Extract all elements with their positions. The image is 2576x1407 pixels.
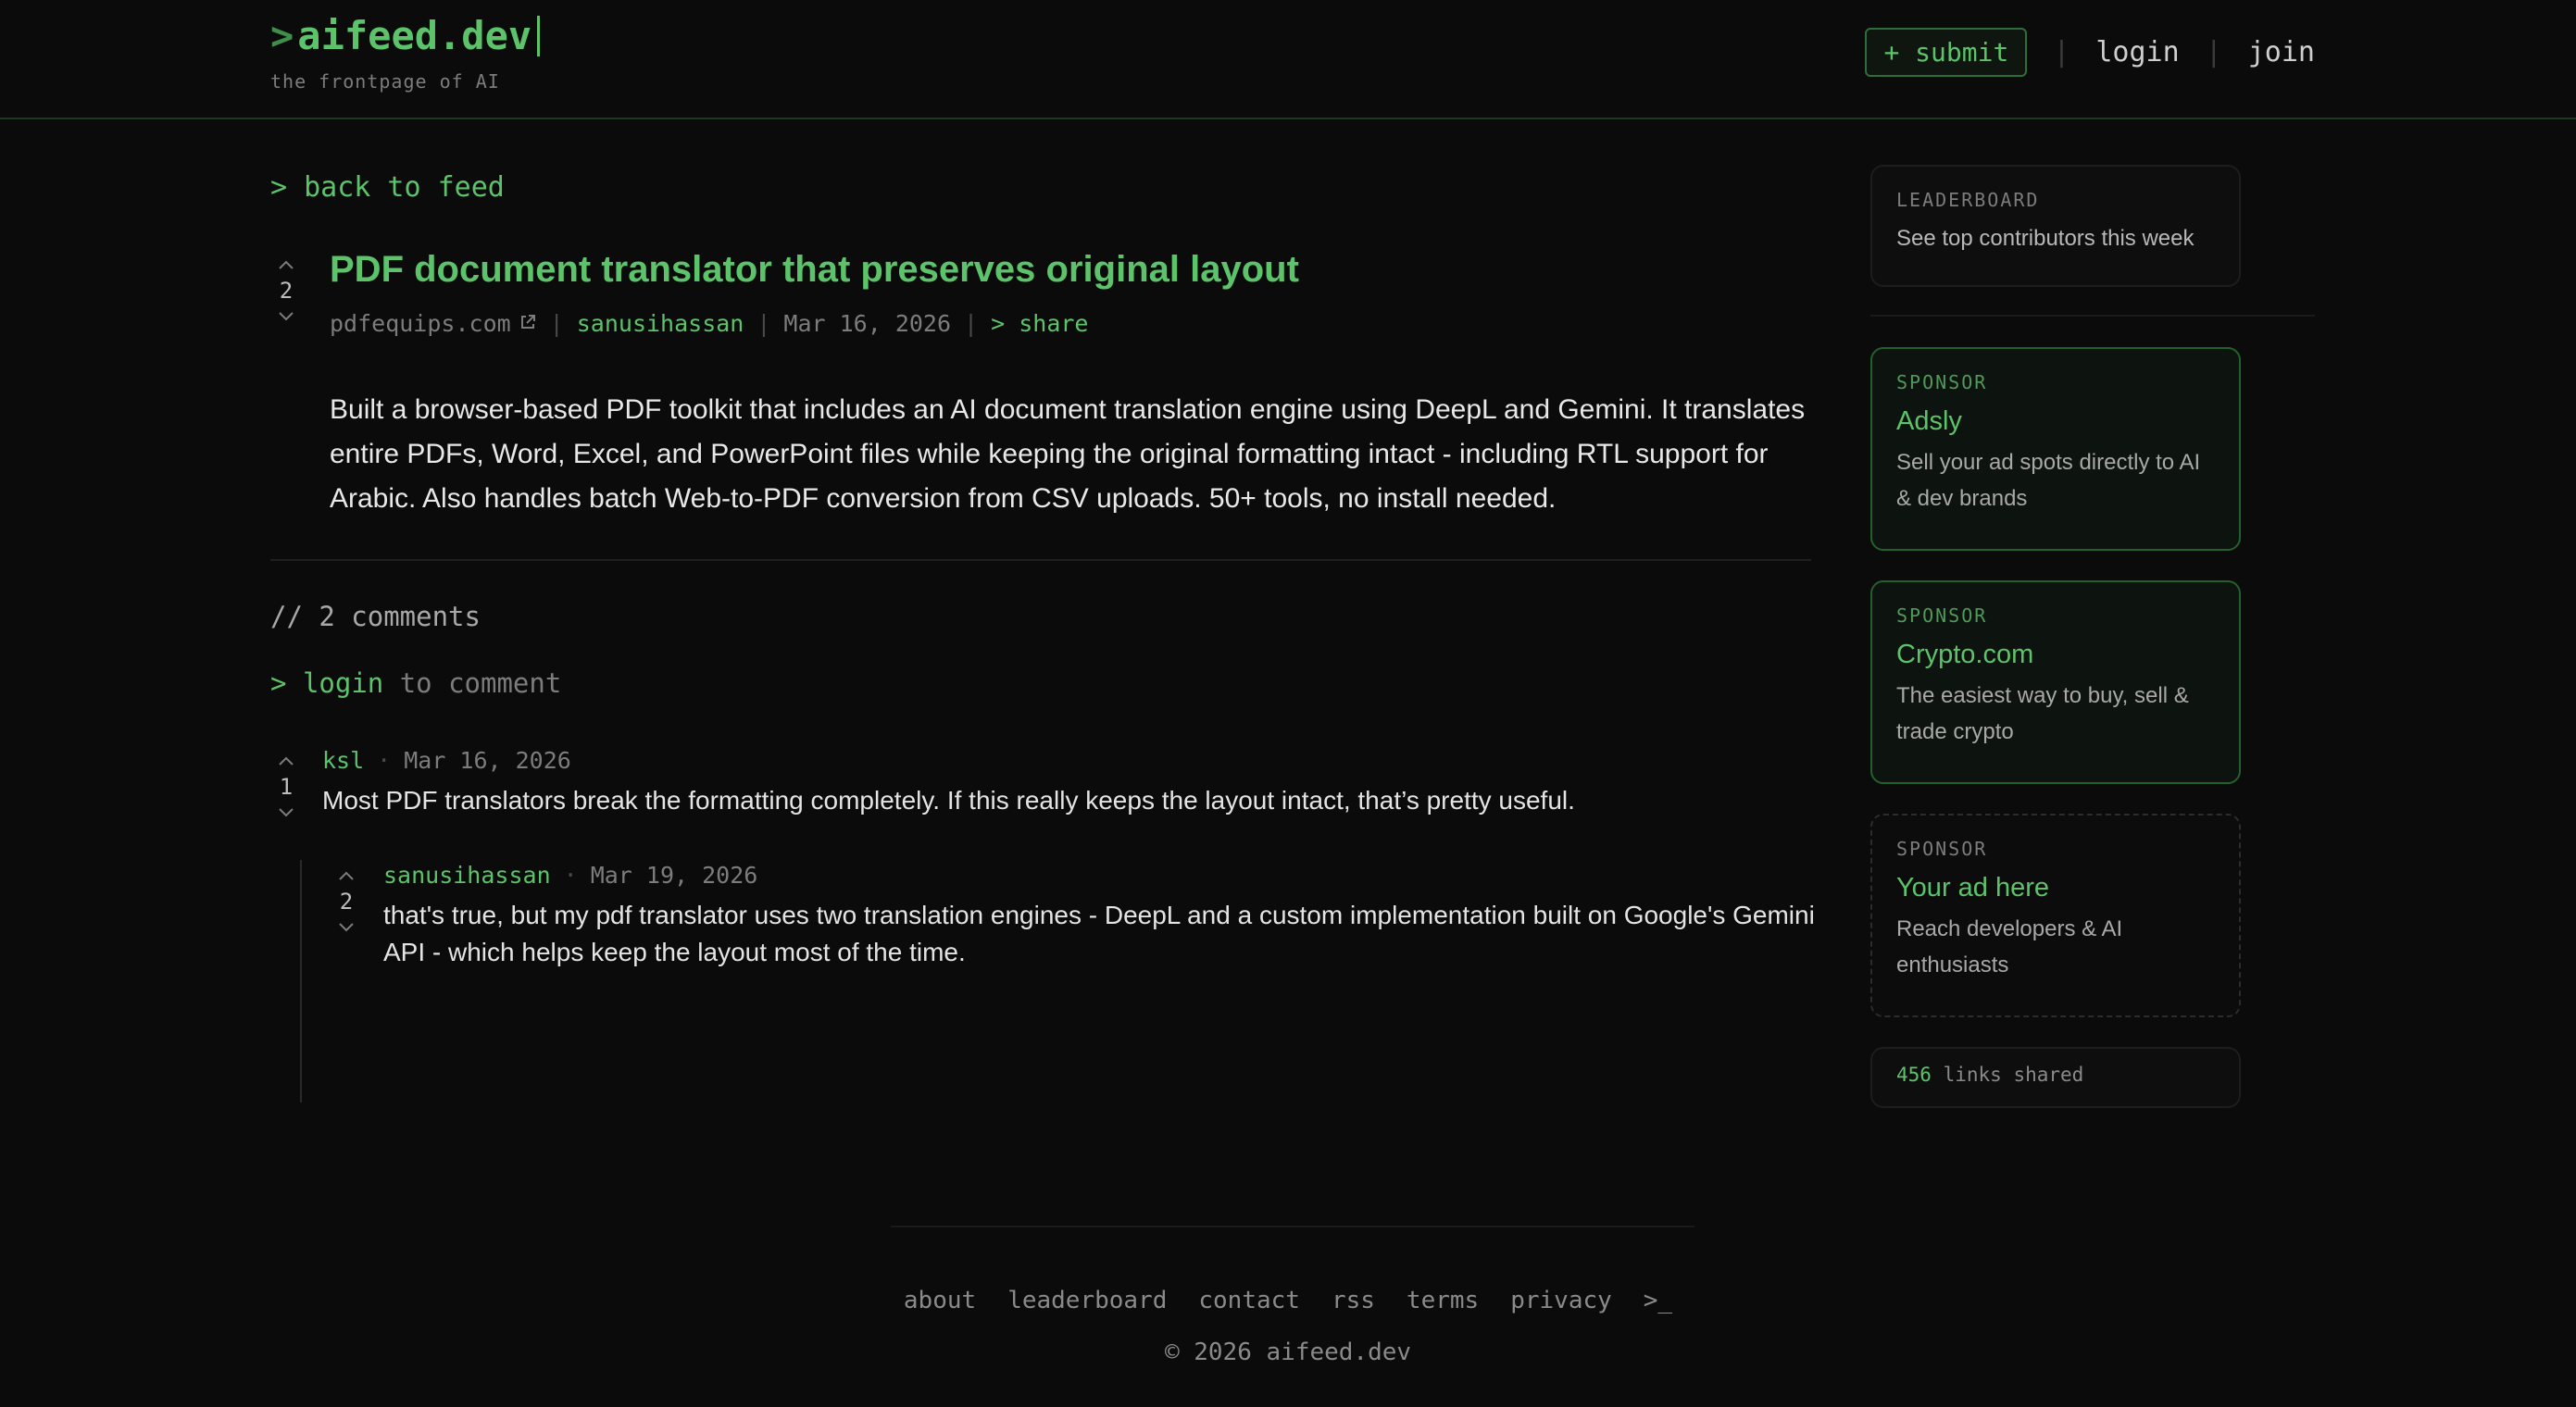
leaderboard-desc: See top contributors this week <box>1896 226 2195 251</box>
nav-separator: | <box>2205 36 2222 68</box>
links-shared-stat: 456 links shared <box>1870 1047 2241 1108</box>
footer-links: about leaderboard contact rss terms priv… <box>0 1287 2576 1314</box>
sponsor-card-your-ad[interactable]: SPONSOR Your ad here Reach developers & … <box>1870 814 2241 1017</box>
sidebar-divider <box>1870 315 2315 317</box>
reply-vote-column: 2 <box>331 865 362 938</box>
login-prompt: > <box>270 667 287 699</box>
copyright: © 2026 aifeed.dev <box>1164 1339 1412 1366</box>
comment-author[interactable]: ksl <box>322 747 364 774</box>
top-nav: + submit | login | join <box>1865 28 2315 77</box>
sponsor-label: SPONSOR <box>1896 371 1988 393</box>
login-suffix: to comment <box>399 667 562 699</box>
meta-separator: | <box>757 310 771 337</box>
sponsor-desc: Reach developers & AI enthusiasts <box>1896 916 2123 977</box>
post-date: Mar 16, 2026 <box>783 310 952 337</box>
meta-separator: | <box>964 310 979 337</box>
sponsor-card-crypto[interactable]: SPONSOR Crypto.com The easiest way to bu… <box>1870 580 2241 784</box>
comment-date: Mar 16, 2026 <box>404 747 571 774</box>
login-link[interactable]: login <box>2095 36 2179 68</box>
logo-cursor <box>537 15 541 56</box>
post-vote-column: 2 <box>270 255 302 327</box>
reply-vote-count: 2 <box>339 889 354 915</box>
submit-button[interactable]: + submit <box>1865 28 2028 77</box>
comment-vote-count: 1 <box>279 774 294 800</box>
nav-separator: | <box>2053 36 2070 68</box>
site-logo[interactable]: > aifeed.dev <box>270 13 541 58</box>
links-shared-label: links shared <box>1943 1064 2084 1086</box>
comment-vote-column: 1 <box>270 751 302 823</box>
post-meta: pdfequips.com | sanusihassan | Mar 16, 2… <box>330 310 1088 337</box>
post-title[interactable]: PDF document translator that preserves o… <box>330 249 1299 291</box>
downvote-icon[interactable] <box>338 917 355 938</box>
downvote-icon[interactable] <box>278 803 294 823</box>
share-link[interactable]: > share <box>991 310 1088 337</box>
upvote-icon[interactable] <box>338 865 355 886</box>
join-link[interactable]: join <box>2248 36 2315 68</box>
links-shared-count: 456 <box>1896 1064 1932 1086</box>
post-vote-count: 2 <box>279 278 294 304</box>
footer-link-contact[interactable]: contact <box>1198 1287 1300 1314</box>
sponsor-card-adsly[interactable]: SPONSOR Adsly Sell your ad spots directl… <box>1870 347 2241 551</box>
dot-separator: · <box>377 747 392 774</box>
reply-meta: sanusihassan · Mar 19, 2026 <box>383 862 757 889</box>
logo-text: aifeed.dev <box>297 13 532 58</box>
footer-link-privacy[interactable]: privacy <box>1510 1287 1612 1314</box>
section-divider <box>270 559 1811 561</box>
footer-link-leaderboard[interactable]: leaderboard <box>1007 1287 1167 1314</box>
reply-thread-line <box>300 860 302 1102</box>
meta-separator: | <box>549 310 564 337</box>
sponsor-name: Your ad here <box>1896 873 2050 903</box>
leaderboard-card[interactable]: LEADERBOARD See top contributors this we… <box>1870 165 2241 287</box>
dot-separator: · <box>563 862 578 889</box>
footer-link-terms[interactable]: terms <box>1407 1287 1479 1314</box>
back-to-feed-link[interactable]: > back to feed <box>270 171 505 204</box>
comments-heading: // 2 comments <box>270 601 481 632</box>
reply-text: that's true, but my pdf translator uses … <box>383 901 1815 966</box>
footer-link-rss[interactable]: rss <box>1332 1287 1375 1314</box>
sponsor-name: Adsly <box>1896 406 1962 436</box>
reply-author[interactable]: sanusihassan <box>383 862 551 889</box>
login-to-comment: > login to comment <box>270 667 561 699</box>
post-domain[interactable]: pdfequips.com <box>330 310 511 337</box>
site-header: > aifeed.dev the frontpage of AI + submi… <box>0 0 2576 119</box>
upvote-icon[interactable] <box>278 751 294 771</box>
comment-text: Most PDF translators break the formattin… <box>322 786 1575 815</box>
post-author[interactable]: sanusihassan <box>577 310 744 337</box>
sponsor-desc: The easiest way to buy, sell & trade cry… <box>1896 683 2189 744</box>
site-tagline: the frontpage of AI <box>270 70 500 93</box>
comment-meta: ksl · Mar 16, 2026 <box>322 747 571 774</box>
sponsor-desc: Sell your ad spots directly to AI & dev … <box>1896 450 2201 511</box>
external-link-icon[interactable] <box>519 310 537 337</box>
upvote-icon[interactable] <box>278 255 294 275</box>
footer-link-terminal[interactable]: >_ <box>1644 1287 1672 1314</box>
sponsor-label: SPONSOR <box>1896 838 1988 860</box>
logo-prompt: > <box>270 13 294 58</box>
footer-divider <box>891 1226 1694 1227</box>
reply-date: Mar 19, 2026 <box>590 862 758 889</box>
leaderboard-label: LEADERBOARD <box>1896 189 2040 211</box>
comment-login-link[interactable]: login <box>303 667 383 699</box>
sponsor-name: Crypto.com <box>1896 640 2034 669</box>
post-body: Built a browser-based PDF toolkit that i… <box>330 394 1806 514</box>
footer-link-about[interactable]: about <box>904 1287 976 1314</box>
sponsor-label: SPONSOR <box>1896 604 1988 627</box>
downvote-icon[interactable] <box>278 306 294 327</box>
